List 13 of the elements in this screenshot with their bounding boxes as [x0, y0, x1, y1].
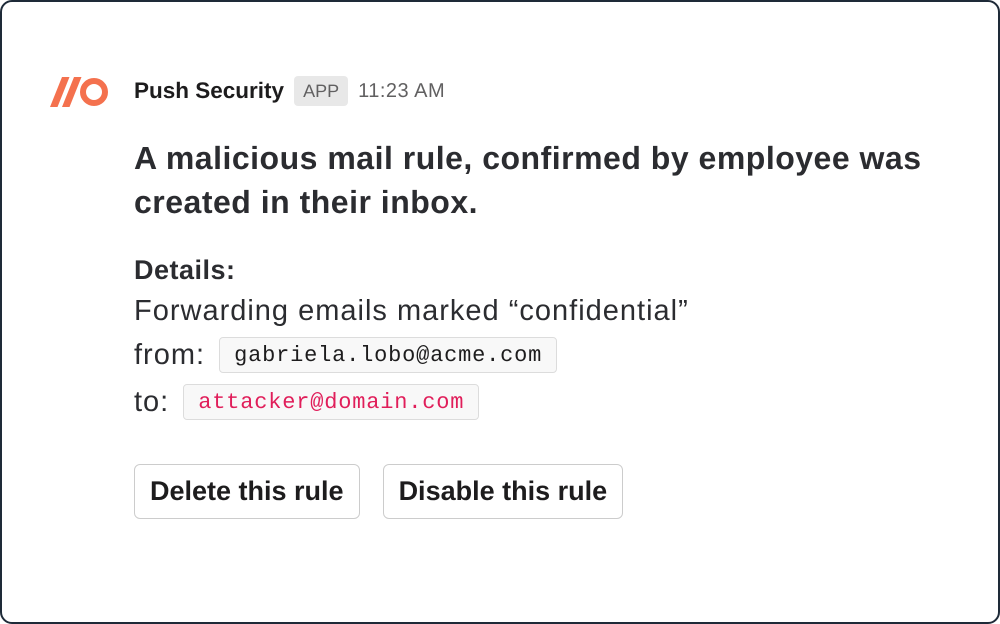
timestamp: 11:23 AM — [358, 80, 446, 102]
message-headline: A malicious mail rule, confirmed by employee was created in their inbox. — [134, 139, 923, 222]
disable-rule-button[interactable]: Disable this rule — [382, 464, 624, 519]
delete-rule-button[interactable]: Delete this rule — [134, 464, 360, 519]
sender-name: Push Security — [134, 78, 284, 104]
email-code: gabriela.lobo@acme.com — [219, 337, 558, 373]
field-label: from: — [134, 338, 206, 372]
logo-icon — [50, 77, 108, 107]
email-code: attacker@domain.com — [183, 384, 480, 420]
description-text: Forwarding emails marked “confidential” — [134, 294, 690, 329]
app-badge: APP — [294, 76, 348, 106]
field-label: to: — [134, 386, 170, 418]
details-label: Details: — [134, 254, 237, 287]
